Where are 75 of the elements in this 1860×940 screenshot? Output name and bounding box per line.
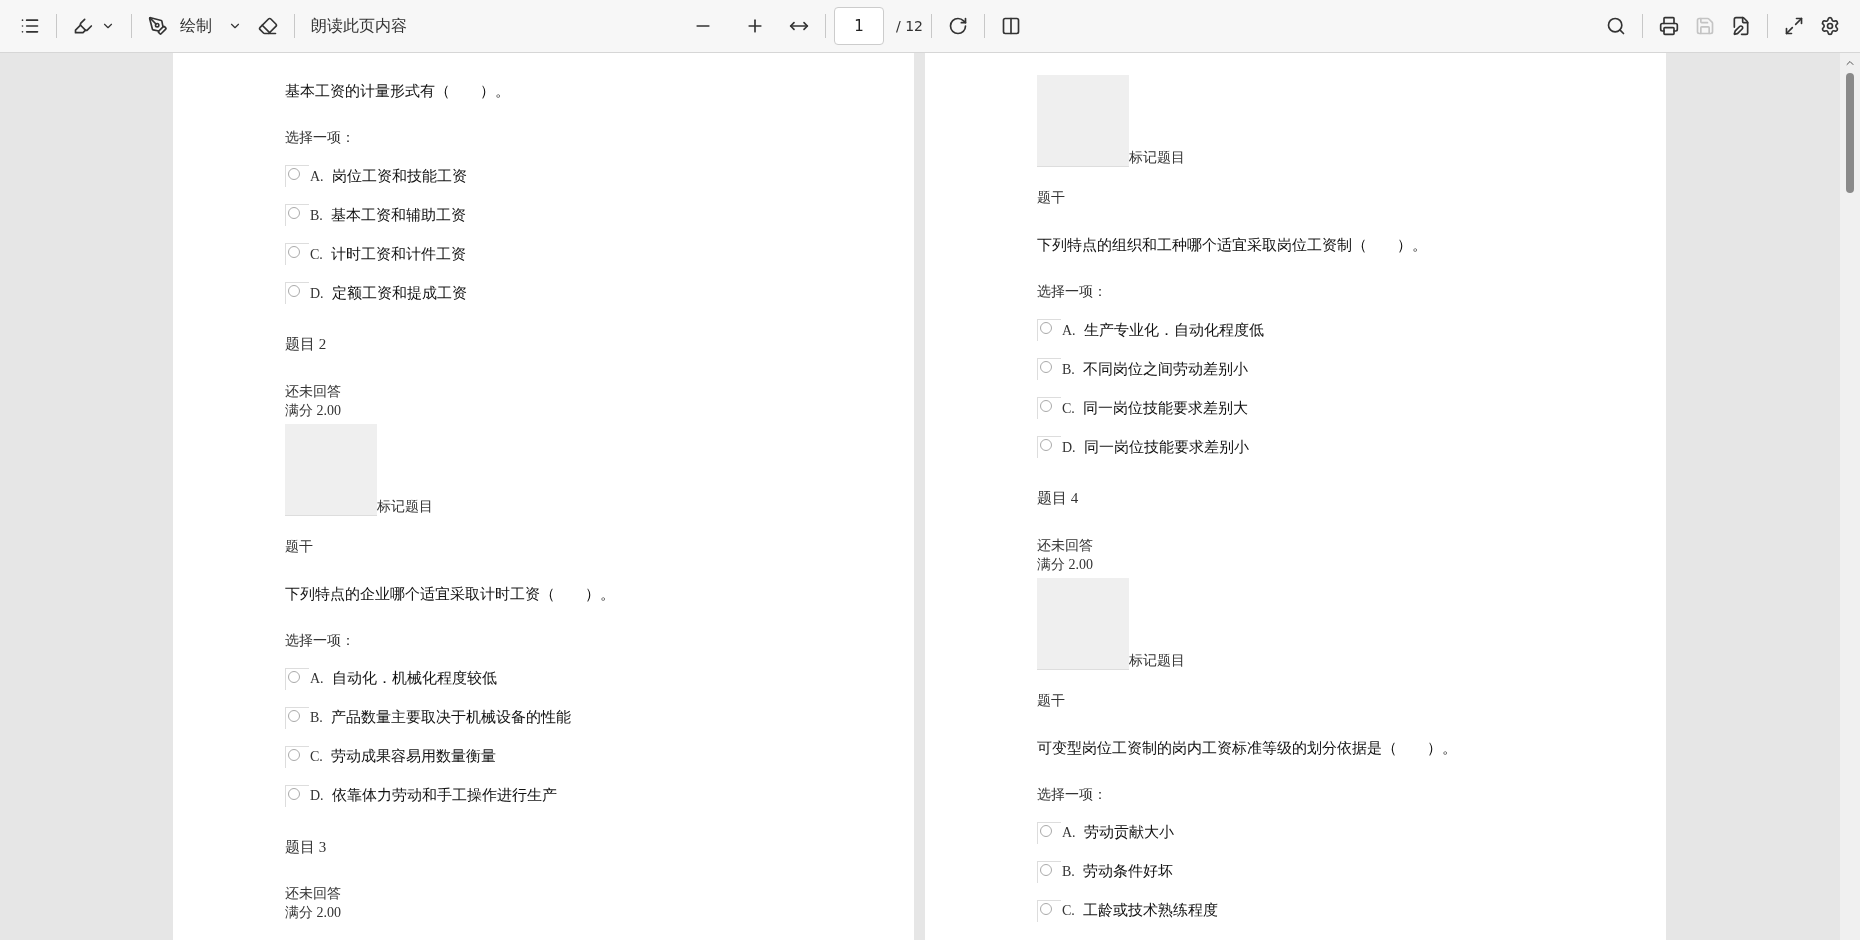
option-text: 同一岗位技能要求差别大	[1082, 397, 1248, 419]
option-text: 计时工资和计件工资	[330, 243, 466, 265]
option-letter: A.	[310, 670, 324, 688]
page-total: / 12	[896, 16, 923, 36]
draw-button[interactable]: 绘制	[140, 8, 250, 44]
question-text: 基本工资的计量形式有（ ）。	[285, 81, 510, 102]
radio-button[interactable]	[285, 204, 309, 226]
option-letter: D.	[310, 284, 324, 303]
stem-label: 题干	[1037, 691, 1065, 710]
status-text: 满分 2.00	[1037, 555, 1093, 574]
option-letter: B.	[310, 206, 323, 225]
question-number: 题目 3	[285, 837, 327, 857]
highlighter-icon	[73, 16, 93, 36]
status-text: 还未回答	[285, 885, 341, 903]
radio-button[interactable]	[285, 243, 309, 265]
option-text: 工龄或技术熟练程度	[1082, 900, 1218, 922]
status-text: 满分 2.00	[285, 904, 341, 922]
option-text: 劳动条件好坏	[1082, 861, 1173, 883]
status-text: 满分 2.00	[285, 401, 341, 420]
scrollbar[interactable]	[1840, 53, 1860, 940]
option-text: 劳动贡献大小	[1083, 822, 1174, 844]
radio-button[interactable]	[285, 282, 309, 304]
option-text: 岗位工资和技能工资	[331, 165, 467, 187]
radio-button[interactable]	[1037, 319, 1061, 341]
radio-button[interactable]	[1037, 899, 1061, 922]
option-letter: C.	[310, 748, 323, 766]
option-text: 自动化．机械化程度较低	[331, 668, 497, 690]
prompt-text: 选择一项：	[285, 129, 355, 147]
option-text: 劳动成果容易用数量衡量	[330, 746, 496, 768]
radio-button[interactable]	[1037, 397, 1061, 419]
status-text: 还未回答	[285, 382, 341, 401]
option-letter: A.	[310, 167, 324, 186]
option-text: 生产专业化．自动化程度低	[1083, 319, 1264, 341]
radio-button[interactable]	[285, 706, 309, 729]
question-number: 题目 4	[1037, 489, 1079, 508]
flag-question-link[interactable]: 标记题目	[1129, 651, 1185, 670]
option-letter: C.	[310, 245, 323, 264]
option-text: 依靠体力劳动和手工操作进行生产	[331, 785, 557, 807]
option-text: 基本工资和辅助工资	[330, 204, 466, 226]
prompt-text: 选择一项：	[1037, 785, 1107, 804]
question-text: 下列特点的企业哪个适宜采取计时工资（ ）。	[285, 583, 615, 605]
question-text: 下列特点的组织和工种哪个适宜采取岗位工资制（ ）。	[1037, 235, 1427, 256]
option-letter: B.	[1062, 863, 1075, 881]
option-letter: D.	[310, 787, 324, 805]
option-letter: B.	[310, 709, 323, 727]
option-letter: D.	[1062, 438, 1076, 457]
option-letter: B.	[1062, 360, 1075, 379]
radio-button[interactable]	[285, 745, 309, 768]
option-letter: C.	[1062, 399, 1075, 418]
prompt-text: 选择一项：	[1037, 283, 1107, 301]
option-text: 不同岗位之间劳动差别小	[1082, 358, 1248, 380]
option-text: 定额工资和提成工资	[331, 282, 467, 304]
radio-button[interactable]	[285, 165, 309, 187]
option-letter: A.	[1062, 321, 1076, 340]
flag-question-link[interactable]: 标记题目	[377, 497, 433, 516]
option-letter: C.	[1062, 902, 1075, 920]
question-number: 题目 2	[285, 335, 327, 354]
prompt-text: 选择一项：	[285, 631, 355, 650]
radio-button[interactable]	[285, 667, 309, 690]
radio-button[interactable]	[1037, 821, 1061, 844]
pen-icon	[148, 16, 168, 36]
flag-question-link[interactable]: 标记题目	[1129, 149, 1185, 167]
page-number-field[interactable]: 1	[834, 7, 884, 45]
radio-button[interactable]	[1037, 358, 1061, 380]
radio-button[interactable]	[1037, 436, 1061, 458]
option-letter: A.	[1062, 824, 1076, 842]
option-text: 同一岗位技能要求差别小	[1083, 436, 1249, 458]
radio-button[interactable]	[285, 784, 309, 807]
status-text: 还未回答	[1037, 536, 1093, 555]
read-aloud-button[interactable]: 朗读此页内容	[303, 8, 415, 44]
stem-label: 题干	[1037, 189, 1065, 207]
option-text: 产品数量主要取决于机械设备的性能	[330, 707, 571, 729]
radio-button[interactable]	[1037, 860, 1061, 883]
stem-label: 题干	[285, 537, 313, 556]
question-text: 可变型岗位工资制的岗内工资标准等级的划分依据是（ ）。	[1037, 737, 1457, 759]
